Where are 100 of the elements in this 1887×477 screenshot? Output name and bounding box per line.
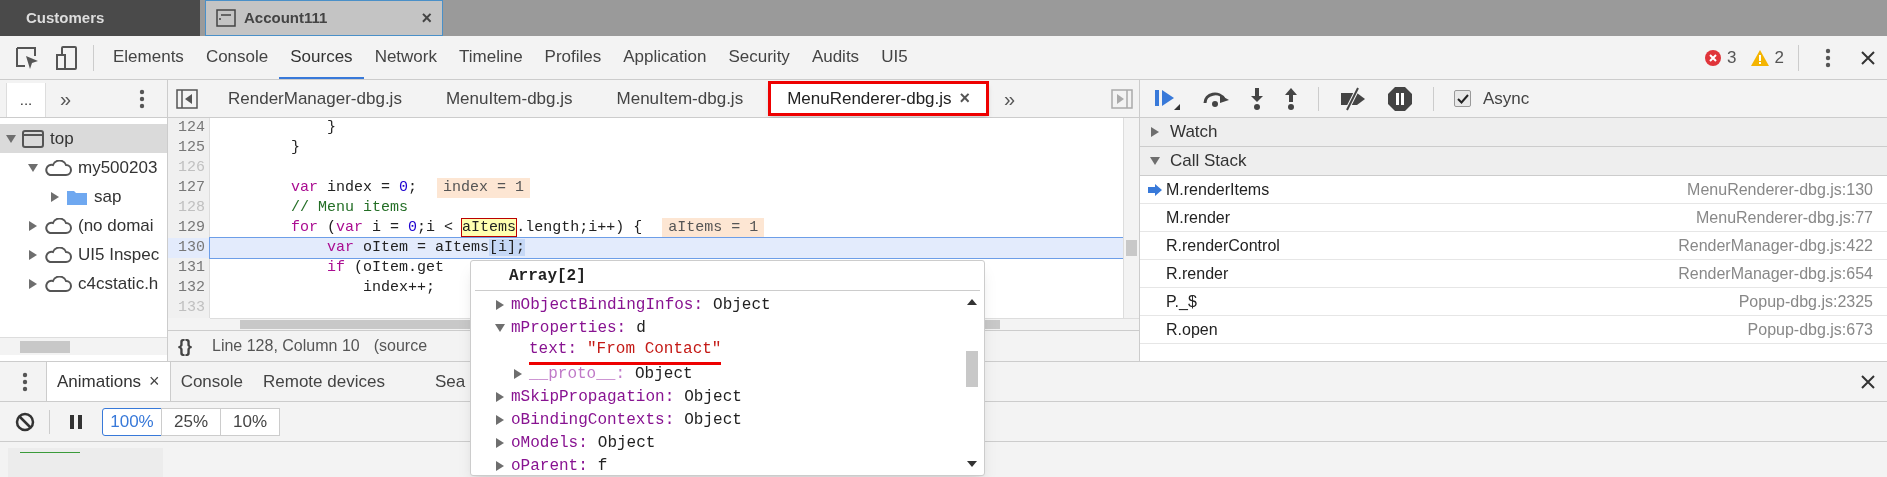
source-location[interactable]: RenderManager-dbg.js:422 [1678, 233, 1873, 258]
scrollbar-thumb[interactable] [1126, 240, 1137, 256]
scrollbar-thumb[interactable] [20, 340, 70, 353]
more-options-icon [1825, 47, 1831, 68]
cloud-icon [44, 275, 72, 292]
tree-label: c4cstatic.h [78, 272, 159, 295]
pretty-print-button[interactable]: {} [178, 332, 192, 360]
more-tabs-icon[interactable]: » [992, 83, 1028, 114]
playback-rate-button[interactable]: 10% [220, 407, 280, 436]
code-line: var index = 0; [290, 178, 418, 198]
file-tab[interactable]: RenderManager-dbg.js [209, 80, 421, 117]
playback-rate-button[interactable]: 100% [102, 407, 162, 436]
call-frame[interactable]: R.render RenderManager-dbg.js:654 [1140, 260, 1887, 288]
navigator-tab[interactable]: ... [6, 83, 46, 117]
panel-tab[interactable]: Timeline [448, 36, 534, 79]
source-location[interactable]: RenderManager-dbg.js:654 [1678, 261, 1873, 286]
drawer-tab[interactable]: Console [170, 362, 253, 401]
scrollbar-thumb[interactable] [966, 351, 978, 387]
tree-item[interactable]: UI5 Inspec [0, 240, 167, 269]
panel-tab[interactable]: Security [717, 36, 801, 79]
close-icon[interactable]: × [959, 85, 971, 112]
panel-tab[interactable]: Application [612, 36, 718, 79]
deactivate-breakpoints-icon [1339, 86, 1367, 111]
close-icon[interactable]: × [149, 368, 160, 395]
call-frame[interactable]: M.render MenuRenderer-dbg.js:77 [1140, 204, 1887, 232]
panel-tab[interactable]: Network [363, 36, 448, 79]
property-line[interactable]: oModels: Object [511, 430, 656, 455]
file-tab[interactable]: MenuRenderer-dbg.js × [768, 81, 990, 116]
more-options-icon [139, 88, 145, 109]
cloud-icon [44, 246, 72, 263]
toggle-sidebar-icon [1111, 88, 1133, 109]
panel-tab[interactable]: Console [194, 36, 280, 79]
source-location[interactable]: Popup-dbg.js:2325 [1738, 289, 1873, 314]
line-number[interactable]: 127 [168, 178, 209, 198]
cloud-icon [44, 159, 72, 176]
call-frame[interactable]: M.renderItems MenuRenderer-dbg.js:130 [1140, 176, 1887, 204]
tab-label: Account111 [244, 7, 329, 28]
more-options-icon [22, 371, 28, 392]
inline-value: index = 1 [437, 178, 531, 198]
function-name: P._$ [1166, 291, 1198, 312]
source-location[interactable]: Popup-dbg.js:673 [1747, 317, 1873, 342]
more-tabs-icon[interactable]: » [46, 83, 86, 114]
section-header[interactable]: Call Stack [1140, 147, 1887, 176]
tree-item[interactable]: my500203 [0, 153, 167, 182]
inline-value: aItems = 1 [662, 218, 765, 238]
pause-on-exceptions-icon [1387, 85, 1413, 112]
tree-item[interactable]: (no domai [0, 211, 167, 240]
scrollbar[interactable] [0, 337, 167, 355]
scroll-up-icon [967, 299, 977, 305]
property-line[interactable]: mObjectBindingInfos: Object [511, 292, 771, 317]
error-icon [1705, 49, 1722, 66]
section-header[interactable]: Watch [1140, 118, 1887, 147]
cursor-position: Line 128, Column 10 [212, 336, 360, 356]
file-tab[interactable]: MenuItem-dbg.js [426, 80, 592, 117]
pause-icon [70, 414, 82, 429]
panel-tab[interactable]: Audits [800, 36, 871, 79]
browser-tab[interactable]: Account111 × [205, 0, 443, 36]
call-frame[interactable]: R.open Popup-dbg.js:673 [1140, 316, 1887, 344]
property-line[interactable]: mSkipPropagation: Object [511, 384, 742, 409]
function-name: R.render [1166, 263, 1230, 284]
call-frame[interactable]: P._$ Popup-dbg.js:2325 [1140, 288, 1887, 316]
source-location[interactable]: MenuRenderer-dbg.js:130 [1687, 177, 1873, 202]
browser-tab[interactable]: Customers [0, 0, 200, 36]
line-number[interactable]: 131 [168, 258, 209, 278]
device-icon [56, 44, 78, 71]
line-number[interactable]: 132 [168, 278, 209, 298]
call-frame[interactable]: R.renderControl RenderManager-dbg.js:422 [1140, 232, 1887, 260]
drawer-tab[interactable]: Remote devices [253, 362, 395, 401]
scrollbar[interactable] [1123, 118, 1139, 318]
property-line[interactable]: oParent: f [511, 453, 608, 475]
property-line[interactable]: oBindingContexts: Object [511, 407, 742, 432]
tree-item[interactable]: c4cstatic.h [0, 269, 167, 298]
code-line: // Menu items [290, 198, 409, 218]
clear-icon [15, 411, 35, 432]
code-line: var oItem = aItems[i]; [326, 238, 526, 258]
line-number[interactable]: 129 [168, 218, 209, 238]
panel-tab[interactable]: Profiles [533, 36, 613, 79]
function-name: M.renderItems [1166, 179, 1271, 200]
checkmark-icon [1456, 93, 1469, 104]
tree-label: sap [94, 185, 122, 208]
panel-tab[interactable]: Elements [102, 36, 195, 79]
warning-count: 2 [1774, 46, 1784, 69]
close-icon[interactable]: × [421, 4, 432, 32]
property-line[interactable]: text: "From Contact" [529, 336, 722, 365]
toggle-navigator-icon [176, 88, 198, 109]
drawer-tab[interactable]: Animations × [46, 362, 171, 401]
tree-item[interactable]: sap [0, 182, 167, 211]
line-number[interactable]: 125 [168, 138, 209, 158]
file-tab[interactable]: MenuItem-dbg.js [597, 80, 763, 117]
panel-tab[interactable]: UI5 [870, 36, 919, 79]
line-number[interactable]: 130 [168, 238, 209, 258]
checkbox[interactable] [1454, 90, 1471, 107]
tree-item[interactable]: top [0, 124, 167, 153]
window-icon [22, 129, 44, 148]
code-line: } [290, 138, 300, 158]
source-location[interactable]: MenuRenderer-dbg.js:77 [1696, 205, 1873, 230]
line-number[interactable]: 124 [168, 118, 209, 138]
scroll-down-icon [967, 461, 977, 467]
drawer-tab[interactable]: Sea [424, 362, 476, 401]
playback-rate-button[interactable]: 25% [161, 407, 221, 436]
